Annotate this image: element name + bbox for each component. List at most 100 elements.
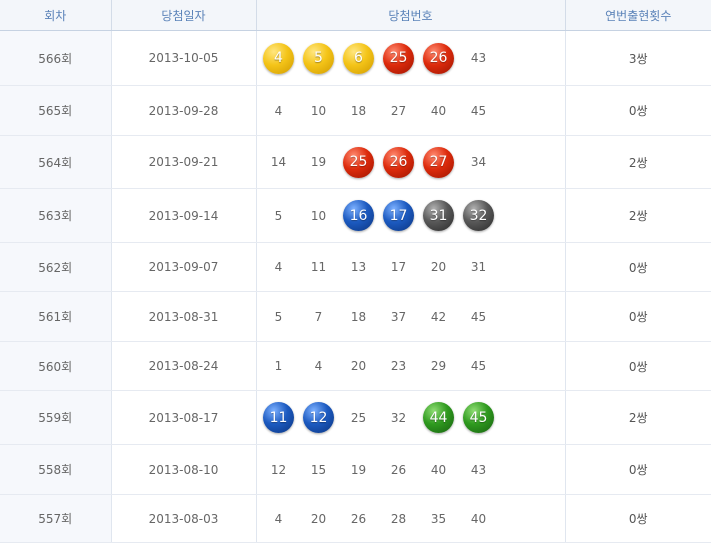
number-plain: 40 <box>430 103 447 118</box>
winning-numbers-cell: 4 10 18 27 40 45 <box>256 85 566 136</box>
number-plain: 42 <box>430 309 447 324</box>
number-plain: 15 <box>310 462 327 477</box>
winning-numbers-cell: 14 19 25 26 27 34 <box>256 135 566 189</box>
number-slot: 25 <box>339 146 379 178</box>
round-cell: 566회 <box>0 30 112 86</box>
number-ball-red: 25 <box>383 42 414 74</box>
consecutive-pairs-cell: 0쌍 <box>565 291 711 342</box>
number-plain: 20 <box>310 511 327 526</box>
consecutive-pairs-cell: 0쌍 <box>565 341 711 391</box>
results-body: 566회 2013-10-05 4 5 6 25 26 43 3쌍 565회 2013-09-28 4… <box>0 30 711 543</box>
number-plain: 43 <box>470 51 487 65</box>
number-list: 5 10 16 17 31 32 <box>257 200 565 232</box>
table-row: 559회 2013-08-17 11 12 25 32 44 45 2쌍 <box>0 390 711 445</box>
number-plain: 12 <box>270 462 287 477</box>
number-plain: 11 <box>310 260 327 274</box>
table-row: 560회 2013-08-24 1 4 20 23 29 45 0쌍 <box>0 341 711 391</box>
number-plain: 34 <box>470 155 487 169</box>
lotto-results-table: 회차 당첨일자 당첨번호 연번출현횟수 566회 2013-10-05 4 5 6 25 2… <box>0 0 711 543</box>
consecutive-pairs-cell: 2쌍 <box>565 188 711 243</box>
draw-date-cell: 2013-09-28 <box>111 85 257 136</box>
number-ball-blue: 11 <box>263 402 294 433</box>
number-plain: 40 <box>470 511 487 526</box>
table-row: 558회 2013-08-10 12 15 19 26 40 43 0쌍 <box>0 444 711 495</box>
draw-date-cell: 2013-08-10 <box>111 444 257 495</box>
number-list: 5 7 18 37 42 45 <box>257 301 565 333</box>
number-plain: 26 <box>390 462 407 477</box>
number-plain: 43 <box>470 462 487 477</box>
number-plain: 1 <box>274 359 283 373</box>
number-plain: 14 <box>270 155 287 169</box>
number-plain: 17 <box>390 260 407 274</box>
number-slot: 4 <box>259 42 299 74</box>
round-cell: 563회 <box>0 188 112 243</box>
table-row: 565회 2013-09-28 4 10 18 27 40 45 0쌍 <box>0 85 711 136</box>
number-ball-red: 26 <box>383 146 414 178</box>
number-plain: 10 <box>310 208 327 223</box>
number-slot: 16 <box>339 200 379 232</box>
number-list: 14 19 25 26 27 34 <box>257 146 565 178</box>
consecutive-pairs-cell: 0쌍 <box>565 444 711 495</box>
table-row: 561회 2013-08-31 5 7 18 37 42 45 0쌍 <box>0 291 711 342</box>
number-ball-blue: 17 <box>383 200 414 231</box>
number-plain: 10 <box>310 103 327 118</box>
winning-numbers-cell: 5 10 16 17 31 32 <box>256 188 566 243</box>
table-row: 566회 2013-10-05 4 5 6 25 26 43 3쌍 <box>0 30 711 86</box>
number-plain: 19 <box>310 155 327 169</box>
round-cell: 560회 <box>0 341 112 391</box>
consecutive-pairs-cell: 2쌍 <box>565 390 711 445</box>
table-row: 563회 2013-09-14 5 10 16 17 31 32 2쌍 <box>0 188 711 243</box>
round-cell: 565회 <box>0 85 112 136</box>
number-plain: 28 <box>390 511 407 526</box>
number-slot: 11 <box>259 402 299 434</box>
number-plain: 5 <box>274 309 283 324</box>
number-slot: 26 <box>379 146 419 178</box>
number-slot: 45 <box>459 402 499 434</box>
round-cell: 559회 <box>0 390 112 445</box>
number-ball-blue: 16 <box>343 200 374 231</box>
col-header-consecutive-pairs: 연번출현횟수 <box>565 0 711 31</box>
number-plain: 26 <box>350 511 367 526</box>
number-ball-gray: 32 <box>463 200 494 231</box>
table-row: 562회 2013-09-07 4 11 13 17 20 31 0쌍 <box>0 242 711 292</box>
number-slot: 5 <box>299 42 339 74</box>
number-list: 12 15 19 26 40 43 <box>257 454 565 486</box>
round-cell: 561회 <box>0 291 112 342</box>
round-cell: 564회 <box>0 135 112 189</box>
number-ball-yellow: 6 <box>343 42 374 74</box>
number-slot: 25 <box>379 42 419 74</box>
number-list: 4 10 18 27 40 45 <box>257 95 565 127</box>
number-ball-yellow: 5 <box>303 42 334 74</box>
draw-date-cell: 2013-09-21 <box>111 135 257 189</box>
number-plain: 20 <box>430 260 447 274</box>
number-slot: 32 <box>459 200 499 232</box>
round-cell: 557회 <box>0 494 112 543</box>
winning-numbers-cell: 12 15 19 26 40 43 <box>256 444 566 495</box>
number-slot: 26 <box>419 42 459 74</box>
consecutive-pairs-cell: 2쌍 <box>565 135 711 189</box>
consecutive-pairs-cell: 0쌍 <box>565 242 711 292</box>
header-row: 회차 당첨일자 당첨번호 연번출현횟수 <box>0 0 711 31</box>
winning-numbers-cell: 4 5 6 25 26 43 <box>256 30 566 86</box>
number-list: 1 4 20 23 29 45 <box>257 350 565 382</box>
number-plain: 40 <box>430 462 447 477</box>
number-plain: 13 <box>350 260 367 274</box>
round-cell: 558회 <box>0 444 112 495</box>
number-plain: 37 <box>390 309 407 324</box>
number-plain: 32 <box>390 410 407 425</box>
number-ball-red: 25 <box>343 146 374 178</box>
number-ball-gray: 31 <box>423 200 454 231</box>
number-plain: 35 <box>430 511 447 526</box>
number-ball-blue: 12 <box>303 402 334 433</box>
number-plain: 29 <box>430 359 447 373</box>
draw-date-cell: 2013-08-31 <box>111 291 257 342</box>
number-plain: 18 <box>350 309 367 324</box>
number-list: 4 11 13 17 20 31 <box>257 251 565 283</box>
number-plain: 45 <box>470 309 487 324</box>
number-ball-green: 45 <box>463 402 494 433</box>
col-header-draw-date: 당첨일자 <box>111 0 257 31</box>
number-plain: 45 <box>470 103 487 118</box>
number-plain: 23 <box>390 359 407 373</box>
table-row: 564회 2013-09-21 14 19 25 26 27 34 2쌍 <box>0 135 711 189</box>
table-row: 557회 2013-08-03 4 20 26 28 35 40 0쌍 <box>0 494 711 543</box>
